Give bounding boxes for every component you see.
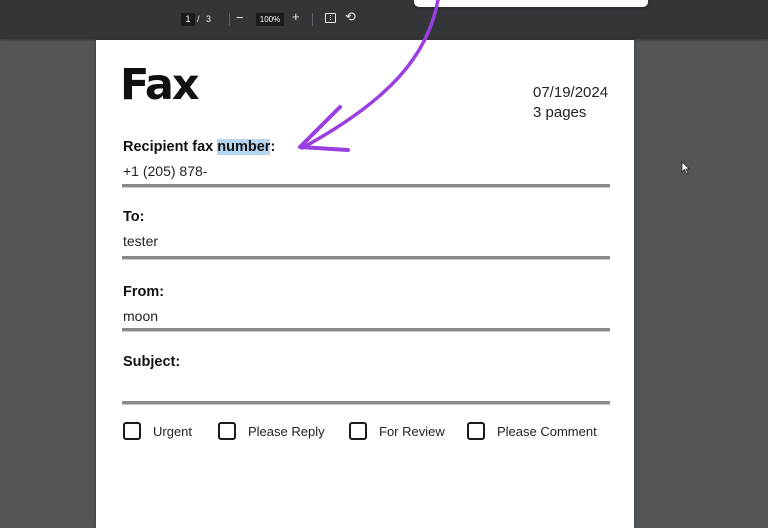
pdf-toolbar: 1 / 3 − 100% + ⟲ xyxy=(0,0,768,39)
recipient-fax-label: Recipient fax number: xyxy=(123,138,609,156)
page-number-input[interactable]: 1 xyxy=(181,13,195,26)
checkbox-for-review[interactable]: For Review xyxy=(349,422,445,440)
checkbox-label: Urgent xyxy=(153,423,193,439)
checkbox-please-reply[interactable]: Please Reply xyxy=(218,422,325,440)
label-text: Recipient fax xyxy=(123,139,218,155)
from-label: From: xyxy=(123,284,165,300)
checkbox-group: Urgent Please Reply For Review Please Co… xyxy=(123,422,623,448)
field-underline xyxy=(122,328,610,332)
recipient-fax-field: Recipient fax number: +1 (205) 878- xyxy=(123,138,609,180)
field-underline xyxy=(122,401,610,405)
label-colon: : xyxy=(270,139,276,155)
subject-field: Subject: xyxy=(123,353,609,395)
highlighted-text: number xyxy=(217,139,271,155)
fit-to-page-icon[interactable] xyxy=(325,13,336,23)
total-pages: 3 xyxy=(206,14,212,24)
mouse-cursor-icon xyxy=(681,161,691,175)
rotate-icon[interactable]: ⟲ xyxy=(345,10,356,24)
field-underline xyxy=(122,184,610,188)
checkbox-box[interactable] xyxy=(467,422,485,440)
checkbox-urgent[interactable]: Urgent xyxy=(123,422,192,440)
checkbox-box[interactable] xyxy=(123,422,141,440)
checkbox-label: Please Reply xyxy=(248,423,325,439)
to-field: To: tester xyxy=(123,208,609,250)
checkbox-box[interactable] xyxy=(349,422,367,440)
subject-value[interactable] xyxy=(123,377,609,395)
from-value[interactable]: moon xyxy=(123,307,609,325)
to-value[interactable]: tester xyxy=(123,232,609,250)
document-title: Fax xyxy=(120,60,200,110)
checkbox-label: Please Comment xyxy=(497,423,597,439)
recipient-fax-value[interactable]: +1 (205) 878- xyxy=(123,162,609,180)
pdf-page: Fax 07/19/2024 3 pages Recipient fax num… xyxy=(96,40,634,528)
checkbox-please-comment[interactable]: Please Comment xyxy=(467,422,597,440)
toolbar-divider xyxy=(229,13,230,26)
from-field: From: moon xyxy=(123,283,609,325)
checkbox-box[interactable] xyxy=(218,422,236,440)
popup-panel xyxy=(414,0,648,7)
fax-date: 07/19/2024 xyxy=(533,84,609,101)
zoom-in-button[interactable]: + xyxy=(292,10,300,24)
toolbar-divider xyxy=(312,13,313,26)
subject-label: Subject: xyxy=(123,354,181,370)
checkbox-label: For Review xyxy=(379,423,445,439)
zoom-out-button[interactable]: − xyxy=(236,11,244,25)
page-count: 3 pages xyxy=(533,104,587,121)
field-underline xyxy=(122,256,610,260)
to-label: To: xyxy=(123,209,145,225)
zoom-level-input[interactable]: 100% xyxy=(256,13,284,26)
page-separator: / xyxy=(197,14,200,24)
